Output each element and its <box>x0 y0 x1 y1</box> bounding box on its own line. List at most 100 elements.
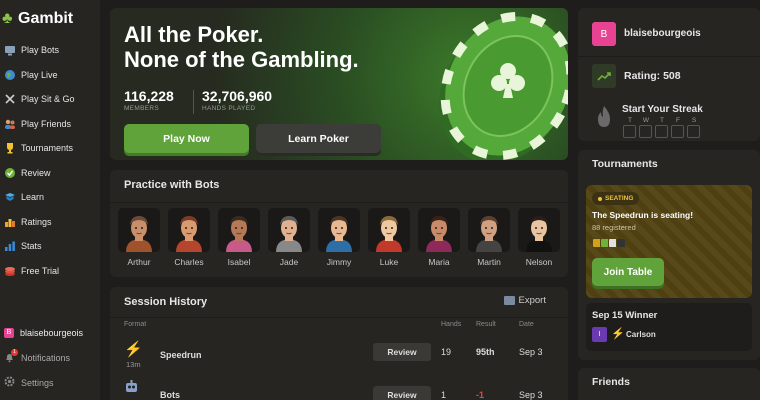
lightning-icon: ⚡ <box>124 341 143 358</box>
sidebar-item-label: Play Live <box>21 69 58 80</box>
profile-username[interactable]: blaisebourgeois <box>624 28 701 39</box>
poker-chip-illustration <box>439 11 568 160</box>
bot-name: Luke <box>379 257 399 267</box>
sidebar-user[interactable]: B blaisebourgeois <box>0 320 100 345</box>
play-now-button[interactable]: Play Now <box>124 124 249 153</box>
session-result: 95th <box>476 347 495 357</box>
sidebar-item-ratings[interactable]: Ratings <box>0 210 100 235</box>
session-result: -1 <box>476 390 485 400</box>
streak-day: F <box>671 117 685 138</box>
members-stat: 116,228 MEMBERS <box>124 88 174 112</box>
bot-avatar <box>368 208 410 252</box>
bot-jade[interactable]: Jade <box>268 208 310 267</box>
sidebar-item-label: Play Bots <box>21 45 60 56</box>
flame-icon <box>598 106 610 127</box>
learn-poker-button[interactable]: Learn Poker <box>256 124 381 153</box>
avatar[interactable]: B <box>592 22 616 46</box>
bot-name: Maria <box>428 257 450 267</box>
bot-isabel[interactable]: Isabel <box>218 208 260 267</box>
avatar: I <box>592 327 607 342</box>
sidebar-username: blaisebourgeois <box>20 327 84 338</box>
hands-count: 32,706,960 <box>202 88 273 104</box>
clover-logo-icon: ♣ <box>2 10 13 27</box>
hero-banner: All the Poker. None of the Gambling. 116… <box>110 8 568 160</box>
sidebar-item-play-live[interactable]: Play Live <box>0 63 100 88</box>
session-format: Speedrun <box>160 350 202 360</box>
sidebar-item-review[interactable]: Review <box>0 161 100 186</box>
globe-icon <box>4 69 16 81</box>
sidebar-item-free-trial[interactable]: Free Trial <box>0 259 100 284</box>
review-button[interactable]: Review <box>373 343 431 361</box>
sidebar-item-stats[interactable]: Stats <box>0 234 100 259</box>
avatar: B <box>4 327 14 338</box>
sidebar-item-play-friends[interactable]: Play Friends <box>0 112 100 137</box>
review-icon <box>4 167 16 179</box>
sidebar-item-learn[interactable]: Learn <box>0 185 100 210</box>
bot-name: Isabel <box>227 257 251 267</box>
winner-title: Sep 15 Winner <box>592 310 658 321</box>
sidebar-item-label: Play Sit & Go <box>21 94 75 105</box>
members-count: 116,228 <box>124 88 174 104</box>
bot-arthur[interactable]: Arthur <box>118 208 160 267</box>
bot-luke[interactable]: Luke <box>368 208 410 267</box>
sidebar-settings[interactable]: Settings <box>0 370 100 395</box>
bot-name: Charles <box>174 257 204 267</box>
bot-avatar <box>418 208 460 252</box>
hands-stat: 32,706,960 HANDS PLAYED <box>202 88 272 112</box>
registered-avatars <box>592 238 626 248</box>
bot-maria[interactable]: Maria <box>418 208 460 267</box>
bot-name: Arthur <box>127 257 151 267</box>
gear-icon <box>4 376 15 389</box>
day-letter: T <box>628 117 632 124</box>
bot-avatar <box>218 208 260 252</box>
session-hands: 1 <box>441 390 447 400</box>
settings-label: Settings <box>21 377 54 388</box>
app-root: ♣ Gambit Play Bots Play Live Play Sit & … <box>0 0 760 400</box>
day-letter: T <box>660 117 664 124</box>
divider <box>578 56 760 57</box>
sidebar-item-play-sit-go[interactable]: Play Sit & Go <box>0 87 100 112</box>
sidebar-item-play-bots[interactable]: Play Bots <box>0 38 100 63</box>
stats-icon <box>4 240 16 252</box>
seating-card[interactable]: SEATING The Speedrun is seating! 88 regi… <box>586 185 752 298</box>
bot-avatar <box>518 208 560 252</box>
day-letter: S <box>691 117 697 124</box>
streak-days: T W T F S <box>623 117 701 138</box>
seating-message: The Speedrun is seating! <box>592 210 694 220</box>
bot-jimmy[interactable]: Jimmy <box>318 208 360 267</box>
swords-icon <box>4 93 16 105</box>
status-badge: SEATING <box>592 192 640 205</box>
divider <box>110 317 568 318</box>
trend-up-icon <box>592 64 616 88</box>
day-letter: F <box>676 117 680 124</box>
bot-list: Arthur Charles Isabel Jade Jimmy Luke Maria Mar… <box>118 208 560 267</box>
tournaments-title: Tournaments <box>592 158 658 170</box>
table-row[interactable]: Bots Review 1 -1 Sep 3 <box>110 380 568 400</box>
bot-charles[interactable]: Charles <box>168 208 210 267</box>
registered-count: 88 registered <box>592 223 636 232</box>
bot-name: Martin <box>477 257 501 267</box>
hero-line-1: All the Poker. <box>124 22 264 47</box>
join-table-button[interactable]: Join Table <box>592 258 664 286</box>
day-box <box>655 125 668 138</box>
table-row[interactable]: ⚡ 13m Speedrun Review 19 95th Sep 3 <box>110 341 568 372</box>
bot-avatar <box>168 208 210 252</box>
logo[interactable]: ♣ Gambit <box>2 6 73 32</box>
winner-card: Sep 15 Winner I ⚡ Carlson <box>586 303 752 351</box>
bot-martin[interactable]: Martin <box>468 208 510 267</box>
review-button[interactable]: Review <box>373 386 431 400</box>
sidebar-item-label: Learn <box>21 192 45 203</box>
sidebar-notifications[interactable]: 1 Notifications <box>0 345 100 370</box>
day-box <box>639 125 652 138</box>
ratings-icon <box>4 216 16 228</box>
bot-nelson[interactable]: Nelson <box>518 208 560 267</box>
sidebar-nav: Play Bots Play Live Play Sit & Go Play F… <box>0 38 100 283</box>
col-header-result: Result <box>476 321 496 328</box>
sidebar-item-tournaments[interactable]: Tournaments <box>0 136 100 161</box>
export-button[interactable]: Export <box>503 295 546 306</box>
winner-name[interactable]: Carlson <box>626 330 656 339</box>
hero-line-2: None of the Gambling. <box>124 47 359 72</box>
hands-label: HANDS PLAYED <box>202 105 256 112</box>
sidebar-bottom: B blaisebourgeois 1 Notifications Settin… <box>0 320 100 395</box>
tournaments-panel: Tournaments SEATING The Speedrun is seat… <box>578 150 760 360</box>
